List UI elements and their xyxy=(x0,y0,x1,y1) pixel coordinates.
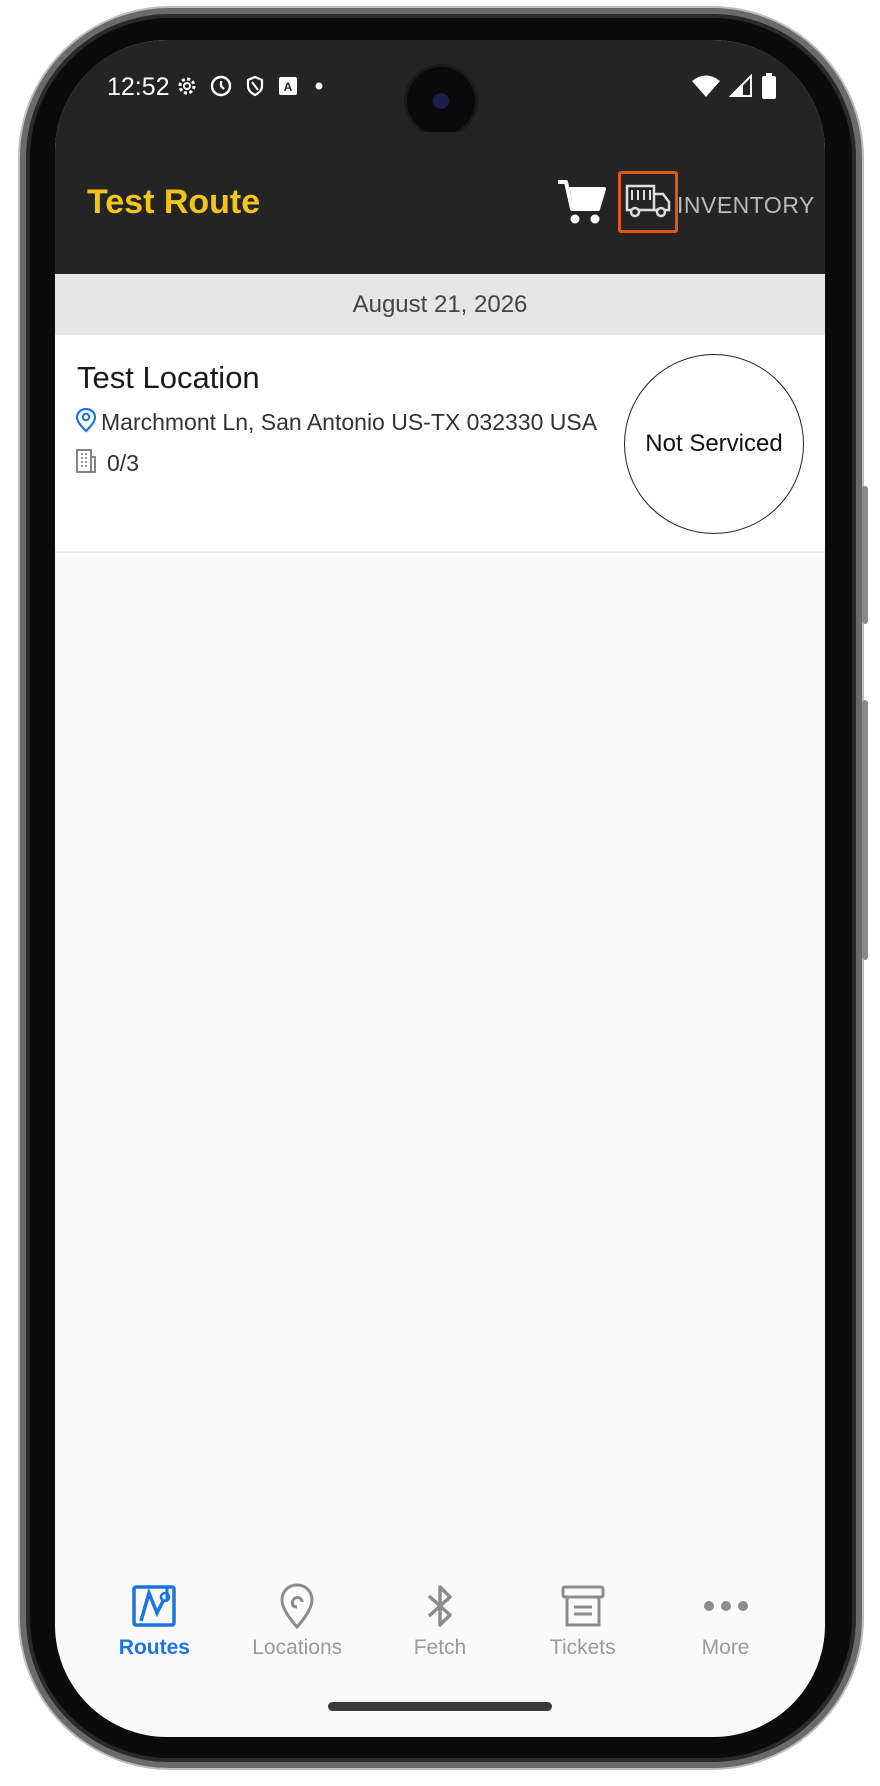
volume-button xyxy=(862,486,868,624)
inventory-truck-button[interactable] xyxy=(618,171,678,233)
date-header-text: August 21, 2026 xyxy=(352,290,528,318)
dot-icon xyxy=(309,76,329,101)
map-icon xyxy=(129,1580,179,1632)
front-camera xyxy=(407,67,475,135)
location-address-row: Marchmont Ln, San Antonio US-TX 032330 U… xyxy=(75,407,597,438)
inventory-label[interactable]: INVENTORY xyxy=(677,192,815,219)
nav-label-fetch: Fetch xyxy=(413,1636,467,1659)
more-dots-icon xyxy=(701,1580,751,1632)
nav-label-tickets: Tickets xyxy=(549,1636,616,1659)
ticket-icon xyxy=(560,1580,606,1632)
location-list-item[interactable]: Test Location Marchmont Ln, San Antonio … xyxy=(55,335,825,553)
location-pin-icon xyxy=(75,407,97,438)
nav-item-fetch[interactable]: Fetch xyxy=(375,1580,505,1660)
power-button xyxy=(862,700,868,960)
date-header: August 21, 2026 xyxy=(55,274,825,335)
a-badge-icon: A xyxy=(277,75,299,102)
app-bar: Test Route INVENTORY xyxy=(55,132,825,274)
status-bar: 12:52 A xyxy=(55,40,825,135)
signal-icon xyxy=(728,73,753,103)
wifi-icon xyxy=(691,74,721,103)
service-status-badge[interactable]: Not Serviced xyxy=(624,354,804,534)
location-address: Marchmont Ln, San Antonio US-TX 032330 U… xyxy=(101,409,598,435)
home-indicator[interactable] xyxy=(328,1702,552,1711)
shield-icon xyxy=(243,74,267,103)
nav-label-routes: Routes xyxy=(118,1636,190,1659)
cart-icon[interactable] xyxy=(555,176,607,228)
page-title: Test Route xyxy=(87,183,261,221)
status-icons-right xyxy=(691,73,777,104)
location-pin-icon xyxy=(277,1580,317,1632)
status-icons-left: A xyxy=(175,74,329,103)
clock-icon xyxy=(209,74,233,103)
nav-item-routes[interactable]: Routes xyxy=(89,1580,219,1660)
service-status-text: Not Serviced xyxy=(645,430,783,457)
svg-text:A: A xyxy=(284,80,293,94)
building-icon xyxy=(75,448,97,479)
status-time: 12:52 xyxy=(107,73,170,101)
nav-item-tickets[interactable]: Tickets xyxy=(518,1580,648,1660)
location-count-row: 0/3 xyxy=(75,448,139,479)
battery-icon xyxy=(761,73,777,104)
phone-screen: 12:52 A Test Route INVENTORY August 21, … xyxy=(55,40,825,1737)
nav-item-locations[interactable]: Locations xyxy=(232,1580,362,1660)
nav-item-more[interactable]: More xyxy=(661,1580,791,1660)
service-count: 0/3 xyxy=(107,450,139,476)
nav-label-more: More xyxy=(701,1636,750,1659)
nav-label-locations: Locations xyxy=(252,1636,343,1659)
bluetooth-icon xyxy=(423,1580,457,1632)
settings-icon xyxy=(175,74,199,103)
bottom-nav: Routes Locations Fetch Tickets More xyxy=(55,1580,825,1680)
truck-icon xyxy=(624,180,672,225)
location-name: Test Location xyxy=(77,360,260,395)
